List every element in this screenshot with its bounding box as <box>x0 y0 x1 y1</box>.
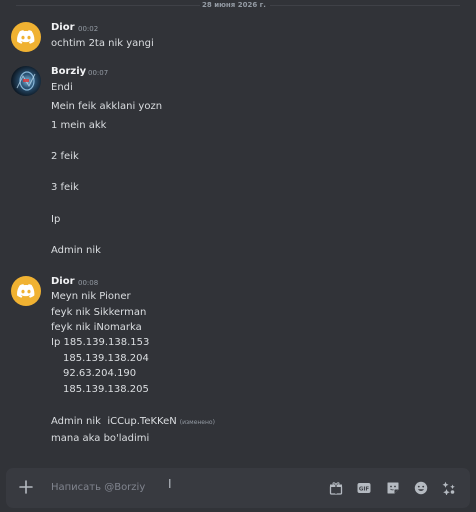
message-text: Endi <box>51 82 73 93</box>
divider-line <box>16 5 200 6</box>
chat-log: 28 июня 2026 г. Dior 00:02 ochtim 2ta ni… <box>0 0 476 462</box>
message-text: Admin nik <box>51 245 101 256</box>
message-group: Borziy 00:07 Endi Mein feik akklani yozn… <box>0 66 476 262</box>
edited-label: (изменено) <box>179 419 215 426</box>
message-text: mana aka bo'ladimi <box>51 433 150 444</box>
avatar-image-icon <box>16 71 36 91</box>
message-timestamp: 00:08 <box>78 279 99 287</box>
gift-icon[interactable] <box>329 481 343 495</box>
message-text: 3 feik <box>51 182 79 193</box>
message-text: 2 feik <box>51 151 79 162</box>
gif-icon[interactable]: GIF <box>357 481 371 495</box>
message-text: 185.139.138.204 <box>63 353 149 364</box>
message-group: Dior 00:08 Meyn nik Pioner feyk nik Sikk… <box>0 276 476 452</box>
avatar[interactable] <box>11 276 41 306</box>
author-name[interactable]: Dior <box>51 276 75 288</box>
discord-logo-icon <box>17 284 35 298</box>
message-text: Ip 185.139.138.153 <box>51 337 150 348</box>
discord-logo-icon <box>17 30 35 44</box>
sticker-icon[interactable] <box>386 481 400 495</box>
avatar[interactable] <box>11 66 41 96</box>
message-text: ochtim 2ta nik yangi <box>51 38 154 49</box>
message-text: feyk nik Sikkerman <box>51 307 147 318</box>
message-timestamp: 00:07 <box>88 69 109 77</box>
plus-icon[interactable] <box>18 479 34 495</box>
message-timestamp: 00:02 <box>78 25 99 33</box>
date-divider: 28 июня 2026 г. <box>0 0 476 12</box>
message-text: feyk nik iNomarka <box>51 322 142 333</box>
message-text-content: Admin nik iCCup.TeKKeN <box>51 416 177 427</box>
message-group: Dior 00:02 ochtim 2ta nik yangi <box>0 22 476 56</box>
message-text: Meyn nik Pioner <box>51 291 131 302</box>
divider-line <box>270 5 460 6</box>
message-text: 1 mein akk <box>51 120 107 131</box>
message-text: 92.63.204.190 <box>63 368 137 379</box>
author-name[interactable]: Dior <box>51 22 75 34</box>
message-text: 185.139.138.205 <box>63 384 149 395</box>
apps-icon[interactable] <box>442 481 456 495</box>
text-cursor-icon: I <box>168 477 172 491</box>
author-name[interactable]: Borziy <box>51 66 86 78</box>
emoji-icon[interactable] <box>414 481 428 495</box>
svg-text:GIF: GIF <box>359 487 370 493</box>
message-text: Ip <box>51 214 61 225</box>
message-text: Mein feik akklani yozn <box>51 101 163 112</box>
message-text: Admin nik iCCup.TeKKeN (изменено) <box>51 416 215 429</box>
avatar[interactable] <box>11 22 41 52</box>
message-composer[interactable]: Написать @Borziy I GIF <box>6 468 470 508</box>
date-divider-label: 28 июня 2026 г. <box>202 1 266 9</box>
message-input[interactable]: Написать @Borziy <box>51 482 145 494</box>
